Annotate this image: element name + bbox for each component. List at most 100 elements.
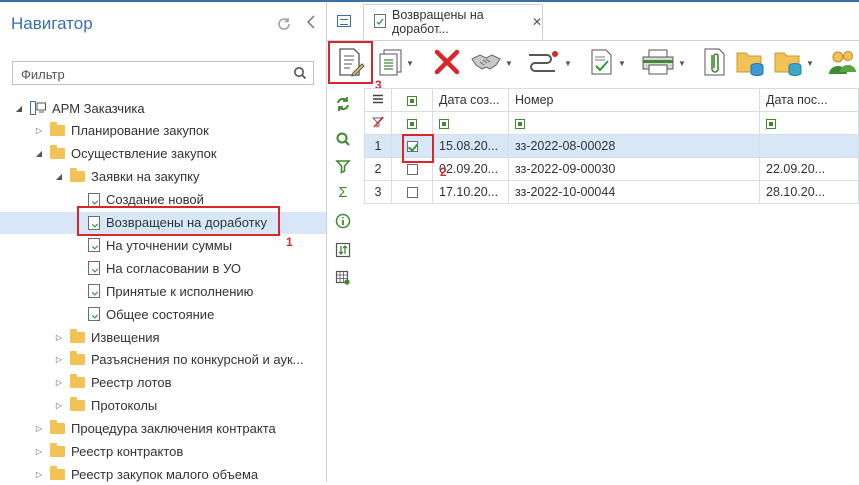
document-list-button[interactable]: ▼ <box>377 47 414 79</box>
collapsed-arrow-icon[interactable]: ▷ <box>54 401 64 410</box>
folder-database-icon <box>735 47 765 80</box>
tree-item[interactable]: ▷ Извещения <box>0 326 326 348</box>
tree-item-label: На согласовании в УО <box>106 260 242 276</box>
collapsed-arrow-icon[interactable]: ▷ <box>34 424 44 433</box>
tab-returned-for-revision[interactable]: Возвращены на доработ... ✕ <box>363 4 543 40</box>
paperclip-icon <box>699 47 727 80</box>
row-checkbox[interactable] <box>406 164 418 176</box>
annotation-mark-2: 2 <box>440 165 447 179</box>
column-header-number[interactable]: Номер <box>508 88 760 112</box>
expanded-arrow-icon[interactable]: ◢ <box>34 149 44 158</box>
table-row[interactable]: 2 02.09.20... зз-2022-09-00030 22.09.20... <box>364 157 859 181</box>
expanded-arrow-icon[interactable]: ◢ <box>54 172 64 181</box>
annotation-mark-1: 1 <box>286 235 293 249</box>
print-button[interactable]: ▼ <box>641 47 686 79</box>
refresh-icon[interactable] <box>276 16 292 32</box>
filter-field[interactable] <box>12 61 314 85</box>
tree-item-label: АРМ Заказчика <box>52 100 145 116</box>
tree-item[interactable]: На согласовании в УО <box>0 257 326 279</box>
home-tab-icon[interactable] <box>337 15 351 27</box>
filter-funnel-icon[interactable] <box>335 158 351 174</box>
search-icon[interactable] <box>293 66 307 83</box>
filter-toggle-icon[interactable] <box>766 118 776 129</box>
tree-item[interactable]: ▷ Разъяснения по конкурсной и аук... <box>0 349 326 371</box>
chevron-down-icon[interactable]: ▼ <box>406 59 414 68</box>
tree-item[interactable]: ▷ Протоколы <box>0 395 326 417</box>
document-check-button[interactable]: ▼ <box>589 47 626 79</box>
collapsed-arrow-icon[interactable]: ▷ <box>34 470 44 479</box>
tree-item-label: Принятые к исполнению <box>106 283 254 299</box>
grid-filter-row <box>364 111 859 135</box>
menu-lines-icon[interactable] <box>372 93 384 107</box>
tree-item[interactable]: ▷ Реестр контрактов <box>0 441 326 463</box>
tree-item[interactable]: Принятые к исполнению <box>0 280 326 302</box>
collapsed-arrow-icon[interactable]: ▷ <box>54 333 64 342</box>
chevron-down-icon[interactable]: ▼ <box>806 59 814 68</box>
grid-header-row: Дата соз... Номер Дата пос... <box>364 88 859 112</box>
tree-item[interactable]: ◢ Осуществление закупок <box>0 143 326 165</box>
date-created-cell: 17.10.20... <box>432 180 509 204</box>
row-select-cell[interactable] <box>391 180 433 204</box>
expanded-arrow-icon[interactable]: ◢ <box>14 104 24 113</box>
collapse-panel-icon[interactable] <box>306 14 316 34</box>
row-menu-header[interactable] <box>364 88 392 112</box>
folder-icon <box>70 397 85 412</box>
chevron-down-icon[interactable]: ▼ <box>505 59 513 68</box>
tree-item[interactable]: ▷ Планирование закупок <box>0 120 326 142</box>
tree-item-label: Заявки на закупку <box>91 169 200 185</box>
close-icon[interactable]: ✕ <box>532 15 542 29</box>
filter-input[interactable] <box>19 63 293 85</box>
tree-item[interactable]: ▷ Реестр лотов <box>0 372 326 394</box>
tree-item[interactable]: ◢ Заявки на закупку <box>0 166 326 188</box>
filter-toggle-icon[interactable] <box>407 118 417 129</box>
tree-item[interactable]: ▷ Процедура заключения контракта <box>0 418 326 440</box>
collapsed-arrow-icon[interactable]: ▷ <box>54 355 64 364</box>
select-all-checkbox[interactable] <box>407 95 417 106</box>
handshake-button[interactable]: ▼ <box>470 47 513 79</box>
sum-icon[interactable]: Σ <box>335 185 351 201</box>
filter-date-created[interactable] <box>432 111 509 135</box>
table-settings-icon[interactable] <box>335 270 351 286</box>
column-header-date-posted[interactable]: Дата пос... <box>759 88 859 112</box>
filter-toggle-icon[interactable] <box>439 118 449 129</box>
clear-filter-cell[interactable] <box>364 111 392 135</box>
chevron-down-icon[interactable]: ▼ <box>678 59 686 68</box>
document-edit-icon <box>374 13 386 31</box>
chevron-down-icon[interactable]: ▼ <box>618 59 626 68</box>
collapsed-arrow-icon[interactable]: ▷ <box>54 378 64 387</box>
info-icon[interactable] <box>335 213 351 229</box>
delete-button[interactable] <box>433 47 461 79</box>
tree-item-label: Создание новой <box>106 192 204 208</box>
tree-item[interactable]: На уточнении суммы <box>0 234 326 256</box>
document-check-icon <box>589 48 615 79</box>
folder-db-button[interactable] <box>735 47 765 79</box>
users-button[interactable] <box>827 47 857 79</box>
column-header-date-created[interactable]: Дата соз... <box>432 88 509 112</box>
collapsed-arrow-icon[interactable]: ▷ <box>34 126 44 135</box>
filter-checkbox-cell[interactable] <box>391 111 433 135</box>
sort-icon[interactable] <box>335 242 351 258</box>
folder-db-2-button[interactable]: ▼ <box>773 47 814 79</box>
clear-filter-icon[interactable] <box>371 116 385 131</box>
document-edit-icon <box>88 307 100 322</box>
row-checkbox[interactable] <box>406 187 418 199</box>
navigator-title: Навигатор <box>11 14 93 33</box>
tree-item[interactable]: Общее состояние <box>0 303 326 325</box>
refresh-green-icon[interactable] <box>335 96 351 112</box>
date-posted-cell <box>759 134 859 158</box>
route-button[interactable]: ▼ <box>525 47 572 79</box>
filter-number[interactable] <box>508 111 760 135</box>
tree-item[interactable]: ◢ АРМ Заказчика <box>0 97 326 119</box>
table-row[interactable]: 1 15.08.20... зз-2022-08-00028 <box>364 134 859 158</box>
collapsed-arrow-icon[interactable]: ▷ <box>34 447 44 456</box>
chevron-down-icon[interactable]: ▼ <box>564 59 572 68</box>
filter-toggle-icon[interactable] <box>515 118 525 129</box>
delete-x-icon <box>433 48 461 79</box>
table-row[interactable]: 3 17.10.20... зз-2022-10-00044 28.10.20... <box>364 180 859 204</box>
zoom-search-icon[interactable] <box>335 131 351 147</box>
filter-date-posted[interactable] <box>759 111 859 135</box>
highlight-box-tree-item <box>77 206 280 236</box>
folder-icon <box>50 465 65 480</box>
attachments-button[interactable] <box>699 47 727 79</box>
select-all-header[interactable] <box>391 88 433 112</box>
